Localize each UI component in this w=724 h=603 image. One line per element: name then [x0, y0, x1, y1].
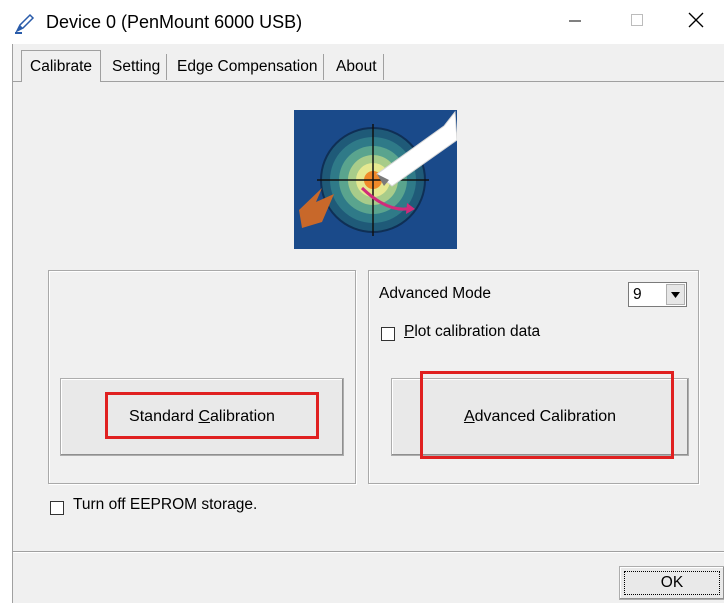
target-pen-logo	[294, 110, 458, 249]
maximize-button[interactable]	[606, 0, 668, 44]
minimize-icon	[567, 12, 583, 33]
tab-calibrate[interactable]: Calibrate	[21, 50, 102, 82]
eeprom-storage-checkbox[interactable]	[50, 501, 64, 515]
ok-label: OK	[660, 574, 684, 591]
tab-setting[interactable]: Setting	[106, 54, 168, 80]
minimize-button[interactable]	[544, 0, 606, 44]
plot-calibration-label[interactable]: Plot calibration data	[404, 323, 540, 341]
eeprom-storage-label[interactable]: Turn off EEPROM storage.	[73, 496, 257, 514]
standard-calibration-button[interactable]: Standard Calibration	[60, 378, 344, 456]
footer-separator	[13, 551, 724, 553]
ok-button[interactable]: OK	[619, 566, 724, 600]
close-button[interactable]	[668, 0, 724, 44]
tab-about[interactable]: About	[330, 54, 384, 80]
tab-strip-divider	[13, 81, 724, 82]
advanced-calibration-button[interactable]: Advanced Calibration	[391, 378, 689, 456]
dropdown-arrow-icon[interactable]	[666, 284, 685, 305]
advanced-mode-label: Advanced Mode	[379, 285, 492, 302]
advanced-mode-select[interactable]: 9	[628, 282, 687, 307]
dialog-client-area: Calibrate Setting Edge Compensation Abou…	[12, 44, 724, 603]
tab-edge-compensation[interactable]: Edge Compensation	[171, 54, 325, 80]
close-icon	[688, 12, 704, 33]
advanced-calibration-label: Advanced Calibration	[463, 408, 617, 425]
standard-calibration-label: Standard Calibration	[129, 408, 275, 425]
device-dialog: Device 0 (PenMount 6000 USB) Calibrate S…	[0, 0, 724, 603]
advanced-mode-value: 9	[633, 285, 642, 303]
plot-calibration-checkbox[interactable]	[381, 327, 395, 341]
window-title: Device 0 (PenMount 6000 USB)	[46, 12, 303, 32]
pen-calibration-icon	[14, 12, 36, 34]
title-bar[interactable]: Device 0 (PenMount 6000 USB)	[0, 0, 724, 44]
maximize-icon	[630, 13, 644, 32]
